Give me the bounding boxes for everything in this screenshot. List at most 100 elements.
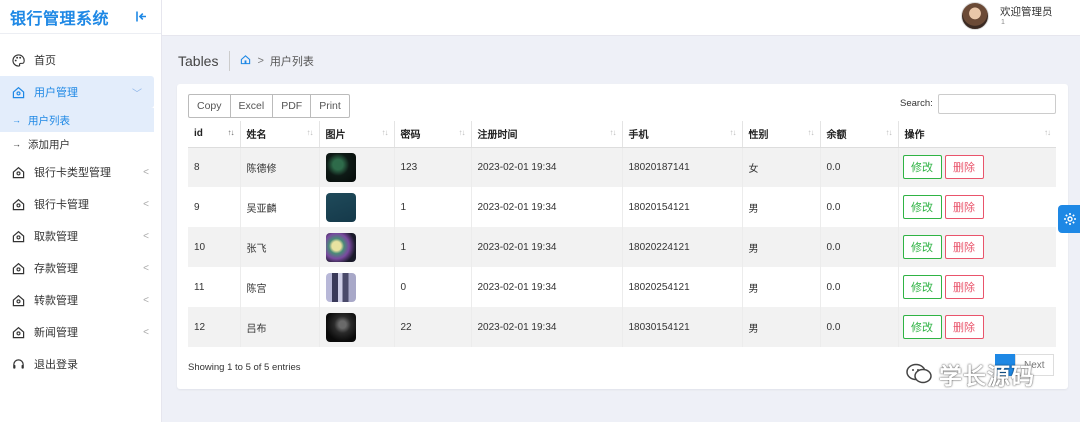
pdf-button[interactable]: PDF [272,94,312,118]
table-row: 8 陈德修 123 2023-02-01 19:34 18020187141 女… [188,147,1056,187]
cell-id: 10 [188,227,240,267]
sidebar-item-logout[interactable]: 退出登录 [0,348,161,380]
sidebar-item-transfer-management[interactable]: 转款管理 < [0,284,161,316]
sidebar-item-news-management[interactable]: 新闻管理 < [0,316,161,348]
column-header-name[interactable]: 姓名 ↑↓ [239,121,319,148]
cell-phone: 18020154121 [621,187,742,227]
wechat-icon [906,363,932,384]
chevron-left-icon: < [143,166,149,178]
delete-button[interactable]: 删除 [944,275,984,299]
sidebar-item-label: 退出登录 [34,359,78,371]
headset-icon [11,357,25,371]
print-button[interactable]: Print [310,94,350,118]
sidebar-item-card-management[interactable]: 银行卡管理 < [0,188,161,220]
cell-image [318,307,394,347]
cell-gender: 男 [741,187,820,227]
delete-button[interactable]: 删除 [944,235,984,259]
cell-id: 11 [188,267,240,307]
sidebar-item-label: 转款管理 [34,295,78,307]
sidebar-item-card-type-management[interactable]: 银行卡类型管理 < [0,156,161,188]
cell-id: 8 [188,147,240,187]
sidebar-subitem-add-user[interactable]: → 添加用户 [0,132,161,156]
cell-id: 12 [188,307,240,347]
home-icon [11,85,25,99]
cell-image [318,227,394,267]
cell-password: 1 [393,187,471,227]
settings-button[interactable] [1058,205,1080,233]
cell-time: 2023-02-01 19:34 [470,187,622,227]
edit-button[interactable]: 修改 [902,235,942,259]
column-header-image[interactable]: 图片 ↑↓ [318,121,394,148]
table-info: Showing 1 to 5 of 5 entries [188,362,301,373]
column-header-actions[interactable]: 操作 ↑↓ [897,121,1056,148]
sidebar-item-label: 取款管理 [34,231,78,243]
cell-actions: 修改 删除 [897,187,1056,227]
cell-balance: 0.0 [819,267,898,307]
column-header-phone[interactable]: 手机 ↑↓ [621,121,742,148]
cell-time: 2023-02-01 19:34 [470,147,622,187]
delete-button[interactable]: 删除 [944,315,984,339]
cell-image [318,187,394,227]
collapse-sidebar-icon[interactable] [135,10,149,24]
sidebar-item-label: 新闻管理 [34,327,78,339]
table-row: 9 吴亚麟 1 2023-02-01 19:34 18020154121 男 0… [188,187,1056,227]
edit-button[interactable]: 修改 [902,315,942,339]
delete-button[interactable]: 删除 [944,155,984,180]
cell-balance: 0.0 [819,187,898,227]
user-photo [325,272,356,302]
cell-gender: 男 [741,307,820,347]
sidebar-item-label: 用户管理 [34,87,78,99]
delete-button[interactable]: 删除 [944,195,984,219]
cell-gender: 女 [741,147,820,187]
column-header-password[interactable]: 密码 ↑↓ [393,121,471,148]
home-icon[interactable] [240,54,251,68]
cell-time: 2023-02-01 19:34 [470,307,622,347]
cell-balance: 0.0 [819,307,898,347]
sort-icon: ↑↓ [458,128,466,137]
chevron-right-icon: > [257,55,264,67]
copy-button[interactable]: Copy [188,94,231,118]
edit-button[interactable]: 修改 [902,195,942,219]
sort-icon: ↑↓ [609,128,617,137]
brand-title: 银行管理系统 [10,10,110,28]
edit-button[interactable]: 修改 [902,155,942,180]
cell-password: 123 [393,147,471,187]
column-header-gender[interactable]: 性别 ↑↓ [741,121,820,148]
cell-actions: 修改 删除 [897,227,1056,267]
sidebar-item-label: 银行卡管理 [34,199,89,211]
cell-phone: 18030154121 [621,307,742,347]
cell-name: 吕布 [239,307,319,347]
home-icon [11,229,25,243]
arrow-right-icon: → [12,115,21,125]
cell-phone: 18020224121 [621,227,742,267]
cell-gender: 男 [741,227,820,267]
search-input[interactable] [938,94,1056,114]
topbar: 欢迎管理员 1 [162,0,1080,36]
cell-password: 0 [393,267,471,307]
palette-icon [11,53,25,67]
column-header-id[interactable]: id ↑↓ [188,121,240,148]
sidebar-subitem-user-list[interactable]: → 用户列表 [0,108,154,132]
column-header-register-time[interactable]: 注册时间 ↑↓ [470,121,622,148]
edit-button[interactable]: 修改 [902,275,942,299]
table-header-row: id ↑↓ 姓名 ↑↓ 图片 ↑↓ 密码 ↑↓ 注册时间 ↑↓ 手机 ↑↓ 性别 ↑↓ 余额 ↑… [188,121,1056,148]
table-row: 12 吕布 22 2023-02-01 19:34 18030154121 男 … [188,307,1056,347]
sidebar-item-user-management[interactable]: 用户管理 ﹀ [0,76,154,108]
sidebar-item-home[interactable]: 首页 [0,44,161,76]
welcome-text[interactable]: 欢迎管理员 [1000,4,1053,19]
sidebar-item-label: 存款管理 [34,263,78,275]
cell-phone: 18020187141 [621,147,742,187]
sidebar-item-withdraw-management[interactable]: 取款管理 < [0,220,161,252]
avatar[interactable] [961,2,989,30]
table-row: 11 陈宫 0 2023-02-01 19:34 18020254121 男 0… [188,267,1056,307]
column-header-balance[interactable]: 余额 ↑↓ [819,121,898,148]
cell-time: 2023-02-01 19:34 [470,267,622,307]
excel-button[interactable]: Excel [229,94,274,118]
cell-actions: 修改 删除 [897,147,1056,187]
cell-name: 吴亚麟 [239,187,319,227]
sort-icon: ↑↓ [885,128,893,137]
breadcrumb-divider [229,51,231,71]
sidebar-item-deposit-management[interactable]: 存款管理 < [0,252,161,284]
table-card: Copy Excel PDF Print Search: id ↑↓ 姓名 ↑↓ 图… [177,84,1068,389]
page-title: Tables [178,53,219,69]
